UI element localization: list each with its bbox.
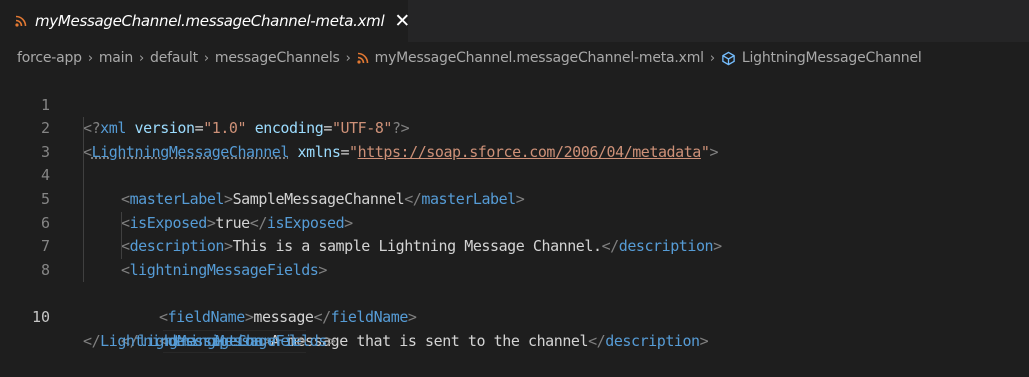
line-content: <fieldName>message</fieldName>: [159, 307, 417, 326]
code-line: 2 <LightningMessageChannel xmlns="https:…: [0, 94, 1029, 161]
indent-guide: [83, 187, 84, 212]
code-line: 9 </lightningMessageFields>: [0, 258, 1029, 350]
breadcrumb-force-app[interactable]: force-app: [17, 50, 82, 66]
code-line: 1 <?xml version="1.0" encoding="UTF-8"?>: [0, 70, 1029, 138]
breadcrumb-messagechannels[interactable]: messageChannels: [215, 50, 340, 66]
tab-title: myMessageChannel.messageChannel-meta.xml: [35, 12, 385, 30]
breadcrumb-main[interactable]: main: [99, 50, 133, 66]
chevron-right-icon: ›: [709, 50, 715, 66]
breadcrumb-file[interactable]: myMessageChannel.messageChannel-meta.xml: [375, 50, 704, 66]
line-content: </LightningMessageChannel>: [83, 329, 307, 354]
editor-tab[interactable]: myMessageChannel.messageChannel-meta.xml…: [0, 0, 410, 43]
symbol-class-icon: [721, 51, 736, 66]
indent-guide: [83, 211, 84, 236]
rss-icon: [15, 14, 27, 28]
indent-guide: [83, 117, 84, 141]
chevron-right-icon: ›: [139, 50, 145, 66]
indent-guide: [83, 258, 84, 283]
indent-guide: [121, 211, 122, 236]
chevron-right-icon: ›: [345, 50, 351, 66]
code-line: 8 <description>A message that is sent to…: [0, 235, 1029, 350]
code-line: 3 <masterLabel>SampleMessageChannel</mas…: [0, 117, 1029, 208]
tab-bar: myMessageChannel.messageChannel-meta.xml…: [0, 0, 1029, 43]
breadcrumb-default[interactable]: default: [150, 50, 198, 66]
line-number: 10: [31, 307, 50, 326]
chevron-right-icon: ›: [203, 50, 209, 66]
indent-guide: [83, 164, 84, 188]
rss-icon: [357, 52, 369, 64]
code-line: 4 <isExposed>true</isExposed>: [0, 140, 1029, 232]
code-line: 7 <fieldName>message</fieldName>: [0, 211, 1029, 326]
code-line: 6 <lightningMessageFields>: [0, 187, 1029, 279]
code-line-active: 10 </LightningMessageChannel>: [0, 282, 1029, 353]
breadcrumb: force-app › main › default › messageChan…: [0, 46, 1029, 70]
code-editor[interactable]: 1 <?xml version="1.0" encoding="UTF-8"?>…: [0, 70, 1029, 353]
code-line: 5 <description>This is a sample Lightnin…: [0, 164, 1029, 255]
close-icon[interactable]: ✕: [394, 11, 410, 31]
indent-guide: [83, 235, 84, 259]
indent-guide: [121, 235, 122, 259]
breadcrumb-symbol[interactable]: LightningMessageChannel: [742, 50, 922, 66]
chevron-right-icon: ›: [87, 50, 93, 66]
indent-guide: [83, 140, 84, 165]
